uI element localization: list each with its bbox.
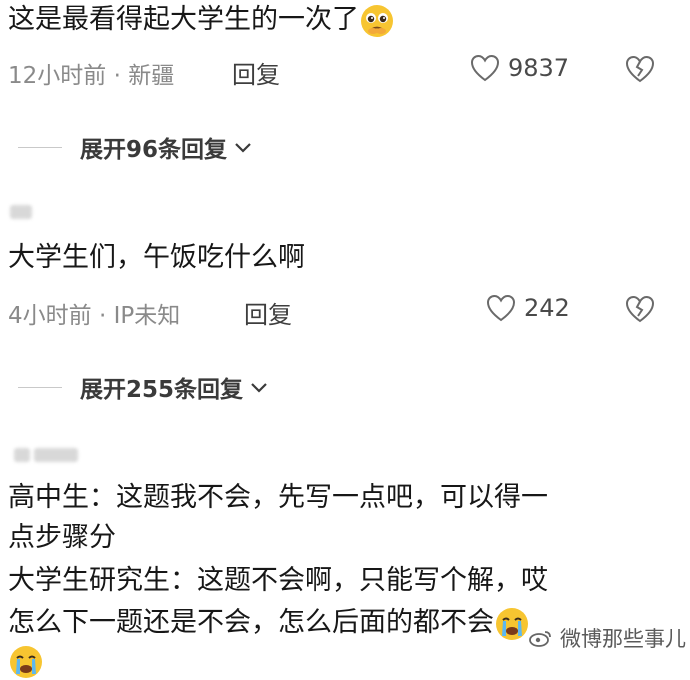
pleading-face-emoji (361, 4, 393, 37)
comment-1-expand-replies[interactable]: 展开96条回复 (18, 130, 253, 164)
crying-face-emoji (10, 646, 42, 678)
comment-3-username (14, 448, 78, 462)
comment-2-username (10, 205, 32, 219)
comment-1-reply-button[interactable]: 回复 (232, 55, 280, 90)
comment-1-like-button[interactable]: 9837 (470, 54, 569, 82)
comment-2-meta: 4小时前 · IP未知 (8, 303, 181, 329)
divider-line (18, 386, 62, 388)
comment-2-text: 大学生们，午饭吃什么啊 (8, 242, 305, 273)
comment-2-like-button[interactable]: 242 (486, 294, 570, 322)
comment-3-line-4-text: 怎么下一题还是不会，怎么后面的都不会 (8, 607, 494, 638)
comment-2-like-count: 242 (524, 294, 570, 322)
divider-line (18, 146, 62, 148)
comment-2-dislike-button[interactable] (625, 295, 655, 323)
comment-3-line-2: 点步骤分 (8, 522, 116, 553)
chevron-down-icon (251, 383, 267, 393)
heart-icon (486, 294, 516, 322)
username-blurred (10, 205, 32, 219)
comment-3-line-4: 怎么下一题还是不会，怎么后面的都不会 (8, 605, 530, 642)
chevron-down-icon (235, 143, 251, 153)
comment-1-expand-label: 展开96条回复 (80, 137, 228, 163)
comment-1-meta: 12小时前 · 新疆 (8, 63, 175, 89)
comment-3-line-1: 高中生：这题我不会，先写一点吧，可以得一 (8, 482, 548, 513)
comment-2-expand-replies[interactable]: 展开255条回复 (18, 370, 269, 404)
comment-1-dislike-button[interactable] (625, 55, 655, 83)
weibo-icon (529, 631, 551, 647)
comment-1-like-count: 9837 (508, 54, 570, 82)
comment-3-line-3: 大学生研究生：这题不会啊，只能写个解，哎 (8, 565, 548, 596)
comment-2-reply-button[interactable]: 回复 (244, 295, 292, 330)
heart-icon (470, 54, 500, 82)
crying-face-emoji (496, 607, 528, 640)
watermark: 微博那些事儿 (528, 623, 686, 653)
comment-2-expand-label: 展开255条回复 (80, 377, 244, 403)
username-blurred (14, 448, 30, 462)
comment-1-text: 这是最看得起大学生的一次了 (8, 4, 359, 35)
comment-1: 这是最看得起大学生的一次了 (8, 2, 395, 39)
watermark-text: 微博那些事儿 (560, 627, 686, 651)
username-blurred (34, 448, 78, 462)
